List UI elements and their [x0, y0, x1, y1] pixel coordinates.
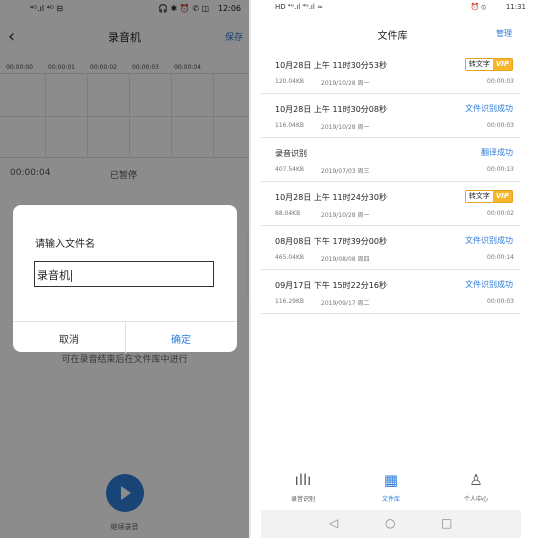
- file-duration: 00:00:14: [487, 254, 514, 261]
- file-size: 116.04KB: [275, 122, 305, 129]
- manage-button[interactable]: 管理: [496, 28, 512, 39]
- file-duration: 00:00:13: [487, 166, 514, 173]
- file-size: 120.04KB: [275, 78, 305, 85]
- vip-transcribe-button[interactable]: 转文字 VIP: [464, 190, 513, 203]
- vip-label: 转文字: [465, 191, 493, 202]
- file-date: 2019/08/08 周四: [321, 256, 370, 263]
- file-status: 文件识别成功: [465, 104, 513, 113]
- file-name: 录音识别: [275, 149, 307, 158]
- home-circle-icon[interactable]: ○: [385, 516, 395, 530]
- file-item[interactable]: 08月08日 下午 17时39分00秒 465.04KB 2019/08/08 …: [261, 226, 520, 270]
- file-date: 2019/09/17 周二: [321, 300, 370, 307]
- file-name: 10月28日 上午 11时30分08秒: [275, 105, 387, 114]
- bottom-tab-bar: ıllı 录音识别 ▦ 文件库 ♙ 个人中心: [251, 470, 534, 510]
- vip-badge: VIP: [492, 59, 512, 70]
- file-status: 翻译成功: [481, 148, 513, 157]
- dialog-title: 请输入文件名: [35, 239, 95, 250]
- tab-record[interactable]: ıllı 录音识别: [263, 470, 343, 503]
- dialog-buttons: 取消 确定: [13, 321, 237, 353]
- file-item[interactable]: 10月28日 上午 11时30分53秒 120.04KB 2019/10/28 …: [261, 50, 520, 94]
- system-nav-bar: ◁ ○ □: [261, 510, 521, 538]
- person-icon: ♙: [469, 471, 483, 489]
- page-title: 文件库: [377, 31, 408, 42]
- text-caret: [71, 270, 72, 282]
- recent-apps-icon[interactable]: □: [441, 516, 452, 530]
- file-status: 文件识别成功: [465, 280, 513, 289]
- file-date: 2019/10/28 周一: [321, 124, 370, 131]
- vip-label: 转文字: [465, 59, 493, 70]
- signal-icons: HD ⁴ᴳ.ıl ⁴ᴳ.ıl ≈: [275, 3, 323, 11]
- status-bar: HD ⁴ᴳ.ıl ⁴ᴳ.ıl ≈ ⏰ ⦸ 11:31: [251, 0, 534, 16]
- file-name: 10月28日 上午 11时24分30秒: [275, 193, 387, 202]
- file-item[interactable]: 10月28日 上午 11时24分30秒 88.04KB 2019/10/28 周…: [261, 182, 520, 226]
- filename-input[interactable]: 录音机: [34, 261, 214, 287]
- tab-label: 录音识别: [290, 496, 315, 503]
- status-icons: ⏰ ⦸: [470, 3, 486, 11]
- tab-library[interactable]: ▦ 文件库: [351, 470, 431, 503]
- file-list: 10月28日 上午 11时30分53秒 120.04KB 2019/10/28 …: [261, 50, 520, 314]
- waveform-icon: ıllı: [294, 471, 312, 489]
- file-item[interactable]: 录音识别 407.54KB 2019/07/03 周三 00:00:13 翻译成…: [261, 138, 520, 182]
- file-name: 08月08日 下午 17时39分00秒: [275, 237, 387, 246]
- tab-profile[interactable]: ♙ 个人中心: [436, 470, 516, 503]
- file-duration: 00:00:03: [487, 122, 514, 129]
- file-duration: 00:00:02: [487, 210, 514, 217]
- confirm-button[interactable]: 确定: [125, 331, 237, 346]
- file-name: 09月17日 下午 15时22分16秒: [275, 281, 387, 290]
- file-status: 文件识别成功: [465, 236, 513, 245]
- file-name: 10月28日 上午 11时30分53秒: [275, 61, 387, 70]
- filename-dialog: 请输入文件名 录音机 取消 确定: [13, 205, 237, 353]
- recorder-screen: ⁴ᴳ.ıl ⁴ᴳ ⊟ 🎧 ✱ ⏰ ✆ ◫ 12:06 ‹ 录音机 保存 00:0…: [0, 0, 249, 538]
- file-item[interactable]: 10月28日 上午 11时30分08秒 116.04KB 2019/10/28 …: [261, 94, 520, 138]
- file-size: 407.54KB: [275, 166, 305, 173]
- file-date: 2019/07/03 周三: [321, 168, 370, 175]
- cancel-button[interactable]: 取消: [13, 331, 125, 346]
- file-date: 2019/10/28 周一: [321, 212, 370, 219]
- file-size: 116.29KB: [275, 298, 305, 305]
- file-library-screen: HD ⁴ᴳ.ıl ⁴ᴳ.ıl ≈ ⏰ ⦸ 11:31 文件库 管理 10月28日…: [251, 0, 534, 538]
- file-date: 2019/10/28 周一: [321, 80, 370, 87]
- back-triangle-icon[interactable]: ◁: [329, 516, 338, 530]
- file-size: 465.04KB: [275, 254, 305, 261]
- file-size: 88.04KB: [275, 210, 301, 217]
- file-duration: 00:00:03: [487, 298, 514, 305]
- vip-badge: VIP: [492, 191, 512, 202]
- tab-label: 个人中心: [463, 496, 488, 503]
- file-duration: 00:00:03: [487, 78, 514, 85]
- header-bar: 文件库 管理: [251, 16, 534, 50]
- vip-transcribe-button[interactable]: 转文字 VIP: [464, 58, 513, 71]
- file-item[interactable]: 09月17日 下午 15时22分16秒 116.29KB 2019/09/17 …: [261, 270, 520, 314]
- qr-library-icon: ▦: [383, 471, 399, 489]
- filename-value: 录音机: [37, 269, 70, 282]
- tab-label: 文件库: [381, 496, 400, 503]
- status-time: 11:31: [505, 3, 526, 11]
